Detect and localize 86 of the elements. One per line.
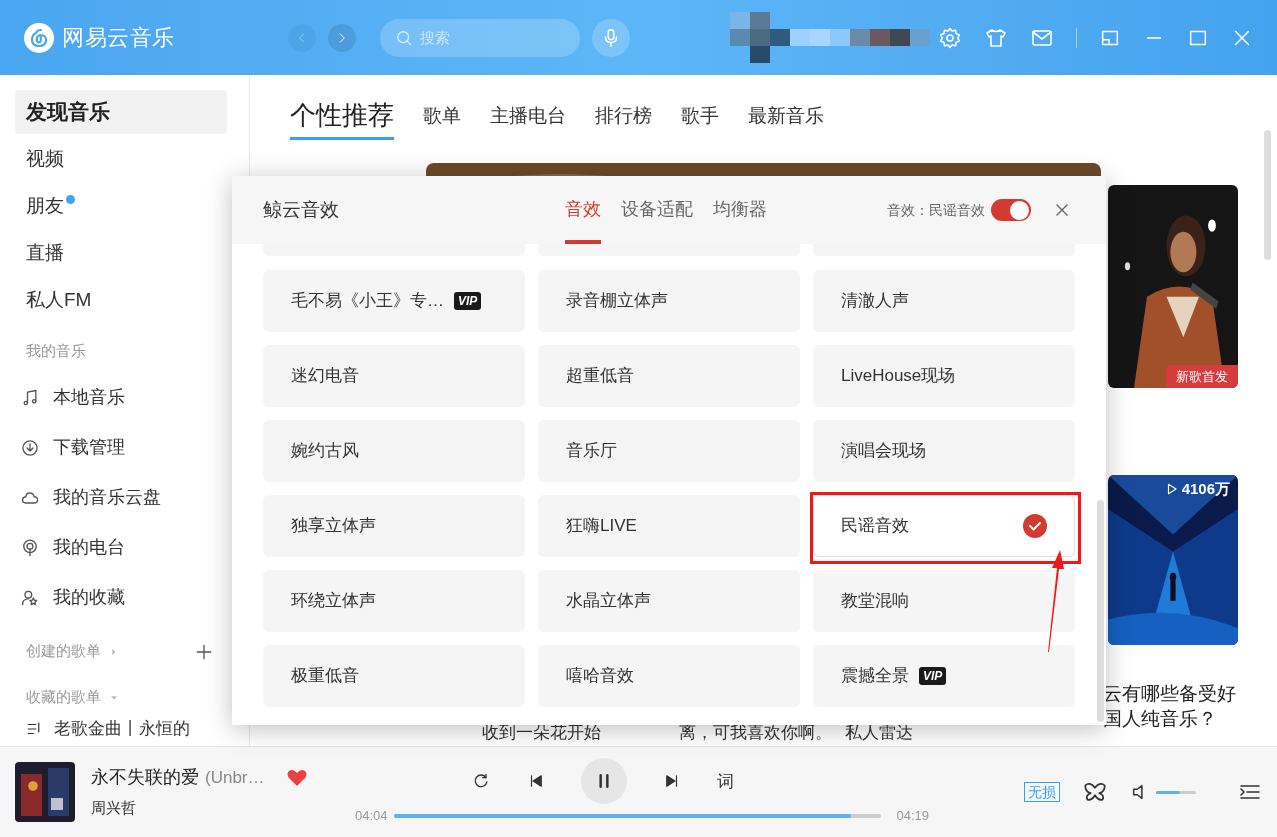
card-caption: 离，可我喜欢你啊。: [679, 721, 832, 744]
tab[interactable]: 最新音乐: [748, 101, 824, 140]
section-title: 我的音乐: [25, 341, 87, 361]
effect-label: 录音棚立体声: [566, 290, 668, 313]
tab[interactable]: 均衡器: [713, 176, 767, 244]
sidebar-item[interactable]: 下载管理: [53, 434, 125, 461]
effect-label: 毛不易《小王》专…: [291, 290, 444, 313]
effect-card[interactable]: 嘻哈音效: [538, 645, 800, 707]
effect-card[interactable]: 婉约古风: [263, 420, 525, 482]
effect-label: 清澈人声: [841, 290, 909, 313]
volume-slider[interactable]: [1156, 790, 1196, 794]
elapsed-time: 04:04: [354, 807, 388, 826]
effect-card[interactable]: LiveHouse现场: [813, 345, 1075, 407]
effect-label: 震撼全景: [841, 665, 909, 688]
effect-label: 环绕立体声: [291, 590, 376, 613]
settings-icon[interactable]: [938, 25, 962, 50]
sidebar-item[interactable]: 我的收藏: [53, 584, 125, 611]
effect-card[interactable]: 教堂混响: [813, 570, 1075, 632]
lyrics-button[interactable]: 词: [716, 768, 734, 794]
effect-card[interactable]: 毛不易《小王》专… VIP: [263, 270, 525, 332]
radio-icon: [20, 537, 40, 558]
effect-label: 超重低音: [566, 365, 634, 388]
checkmark-icon: [1023, 514, 1047, 538]
effect-card[interactable]: 迷幻电音: [263, 345, 525, 407]
sidebar-item[interactable]: 我的电台: [53, 534, 125, 561]
effect-card[interactable]: 狂嗨LIVE: [538, 495, 800, 557]
play-count: 4106万: [1181, 479, 1230, 499]
total-time: 04:19: [896, 807, 930, 826]
effect-label: 民谣音效: [841, 515, 909, 538]
effect-card[interactable]: 水晶立体声: [538, 570, 800, 632]
effect-label: 音乐厅: [566, 440, 617, 463]
effect-label: 狂嗨LIVE: [566, 515, 637, 538]
pixelated-profile[interactable]: [730, 12, 930, 63]
effect-card[interactable]: 民谣音效: [813, 495, 1075, 557]
effect-label: 教堂混响: [841, 590, 909, 613]
effect-card[interactable]: 震撼全景 VIP: [813, 645, 1075, 707]
dialog-title: 鲸云音效: [263, 197, 340, 222]
progress-bar[interactable]: [393, 814, 881, 818]
sidebar-item[interactable]: 我的音乐云盘: [53, 484, 161, 511]
effect-card[interactable]: 超重低音: [538, 345, 800, 407]
toggle-switch[interactable]: [991, 199, 1031, 221]
sidebar-item[interactable]: 视频: [15, 137, 227, 181]
effect-label: 水晶立体声: [566, 590, 651, 613]
effect-card[interactable]: 录音棚立体声: [538, 270, 800, 332]
scrollbar[interactable]: [1097, 500, 1104, 722]
microphone-button[interactable]: [592, 18, 630, 57]
sidebar-item[interactable]: 发现音乐: [15, 90, 227, 134]
effect-label: 婉约古风: [291, 440, 359, 463]
effect-card[interactable]: 极重低音: [263, 645, 525, 707]
effect-card[interactable]: 清澈人声: [813, 270, 1075, 332]
sidebar-item[interactable]: 直播: [15, 231, 227, 275]
effect-label: 演唱会现场: [841, 440, 926, 463]
tab[interactable]: 个性推荐: [290, 96, 394, 140]
tab[interactable]: 主播电台: [490, 101, 566, 140]
effect-card[interactable]: 环绕立体声: [263, 570, 525, 632]
tab[interactable]: 歌手: [681, 101, 719, 140]
section-title: 创建的歌单: [26, 641, 101, 662]
card-caption: 云有哪些备受好: [1103, 682, 1236, 706]
song-subtitle: (Unbr…: [205, 767, 265, 789]
tab[interactable]: 设备适配: [621, 176, 693, 244]
tab[interactable]: 歌单: [423, 101, 461, 140]
card-caption: 私人雷达: [845, 721, 913, 744]
new-song-badge: 新歌首发: [1166, 364, 1238, 388]
effect-label: 嘻哈音效: [566, 665, 634, 688]
artist-name: 周兴哲: [91, 798, 137, 819]
effect-label: LiveHouse现场: [841, 365, 956, 388]
logo-icon: [24, 22, 54, 53]
effect-card[interactable]: 音乐厅: [538, 420, 800, 482]
effect-label: 独享立体声: [291, 515, 376, 538]
download-icon: [20, 437, 40, 458]
effect-label: 极重低音: [291, 665, 359, 688]
song-title: 永不失联的爱: [91, 766, 199, 790]
effect-card[interactable]: 演唱会现场: [813, 420, 1075, 482]
effect-label: 迷幻电音: [291, 365, 359, 388]
app-name: 网易云音乐: [62, 24, 175, 52]
tab[interactable]: 排行榜: [595, 101, 652, 140]
status-label: 音效：民谣音效: [887, 200, 985, 220]
scrollbar[interactable]: [1264, 130, 1271, 260]
section-title: 收藏的歌单: [26, 687, 101, 708]
playlist-item[interactable]: 老歌金曲丨永恒的: [54, 715, 190, 742]
sidebar-item[interactable]: 本地音乐: [53, 384, 125, 411]
effect-card[interactable]: 独享立体声: [263, 495, 525, 557]
sidebar-item[interactable]: 朋友: [15, 184, 227, 228]
vip-badge: VIP: [454, 292, 482, 310]
vip-badge: VIP: [919, 667, 947, 685]
sidebar-item[interactable]: 私人FM: [15, 278, 227, 322]
